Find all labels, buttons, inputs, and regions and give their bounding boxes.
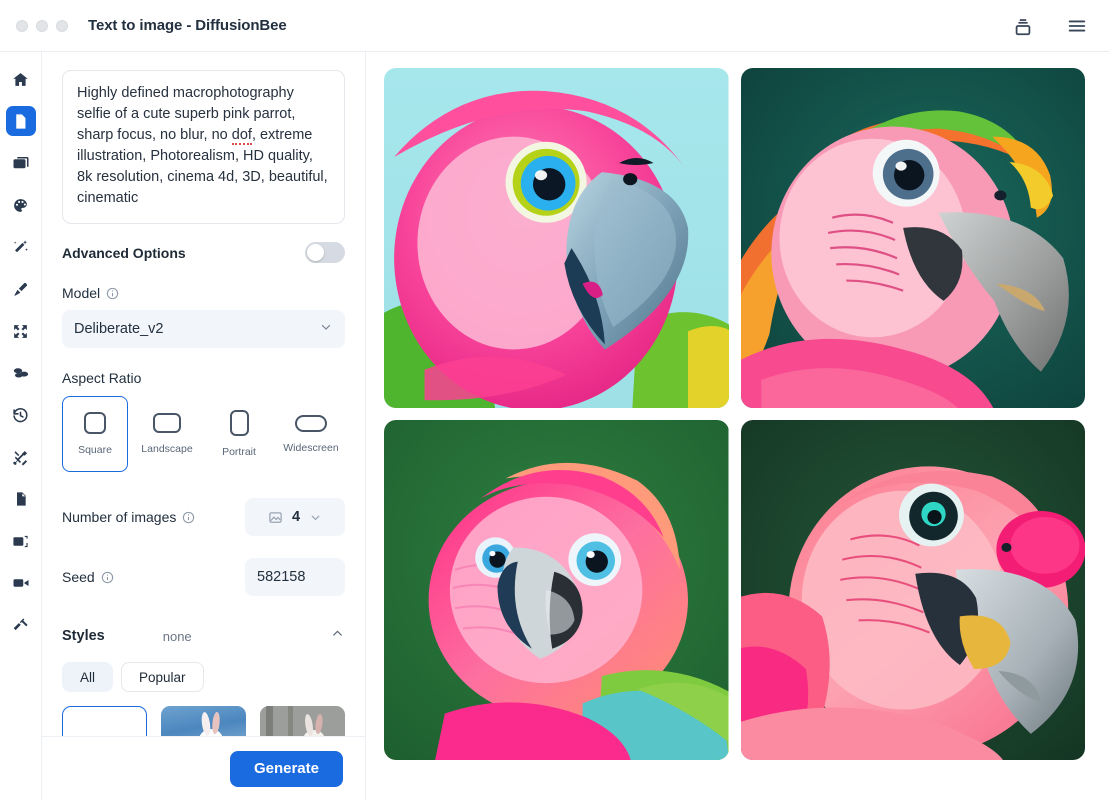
settings-panel: Highly defined macrophotography selfie o… — [42, 52, 366, 800]
advanced-options-row: Advanced Options — [62, 242, 345, 264]
info-icon[interactable] — [101, 571, 114, 584]
prompt-spellcheck-word: dof — [231, 127, 252, 146]
generated-image-1[interactable] — [384, 68, 729, 408]
aspect-ratio-portrait[interactable]: Portrait — [206, 396, 272, 472]
portrait-glyph-icon — [229, 410, 249, 437]
sidebar-rail — [0, 52, 42, 800]
sidebar-item-hammer[interactable] — [6, 610, 36, 640]
number-of-images-row: Number of images 4 — [62, 498, 345, 537]
generate-button[interactable]: Generate — [229, 750, 343, 787]
advanced-options-label: Advanced Options — [62, 244, 186, 261]
results-grid — [384, 68, 1085, 760]
info-icon[interactable] — [182, 511, 195, 524]
landscape-glyph-icon — [153, 413, 181, 434]
app-body: Highly defined macrophotography selfie o… — [0, 52, 1109, 800]
results-canvas — [366, 52, 1109, 800]
sidebar-item-merge-models[interactable] — [6, 358, 36, 388]
style-card-3[interactable] — [260, 706, 346, 736]
sidebar-item-video[interactable] — [6, 568, 36, 598]
aspect-ratio-widescreen[interactable]: Widescreen — [278, 396, 344, 472]
seed-row: Seed — [62, 558, 345, 597]
sidebar-item-expand[interactable] — [6, 316, 36, 346]
number-of-images-value: 4 — [291, 509, 301, 526]
layers-icon[interactable] — [1011, 14, 1035, 38]
app-window: Text to image - DiffusionBee Highly defi… — [0, 0, 1109, 800]
toggle-knob — [307, 244, 324, 262]
image-icon — [268, 510, 283, 525]
settings-scroll-area: Highly defined macrophotography selfie o… — [42, 52, 365, 736]
aspect-ratio-widescreen-label: Widescreen — [283, 441, 339, 454]
generated-image-4[interactable] — [740, 420, 1085, 760]
styles-tab-all[interactable]: All — [62, 662, 114, 693]
style-card-no-style[interactable]: No Style — [62, 706, 148, 736]
generated-image-2[interactable] — [740, 68, 1085, 408]
sidebar-item-images[interactable] — [6, 526, 36, 556]
maximize-button[interactable] — [56, 19, 68, 32]
styles-tab-popular[interactable]: Popular — [121, 662, 204, 693]
window-title: Text to image - DiffusionBee — [88, 17, 287, 34]
sidebar-item-home[interactable] — [6, 64, 36, 94]
sidebar-item-image-to-image[interactable] — [6, 148, 36, 178]
seed-label: Seed — [62, 569, 95, 586]
aspect-ratio-portrait-label: Portrait — [222, 446, 256, 459]
aspect-ratio-landscape[interactable]: Landscape — [134, 396, 200, 472]
traffic-lights — [16, 19, 68, 32]
model-label-row: Model — [62, 285, 345, 301]
aspect-ratio-square-label: Square — [78, 444, 112, 457]
model-select[interactable]: Deliberate_v2 — [62, 310, 345, 349]
info-icon[interactable] — [106, 287, 119, 300]
panel-footer: Generate — [42, 736, 365, 800]
close-button[interactable] — [16, 19, 28, 32]
number-of-images-label: Number of images — [62, 509, 177, 526]
aspect-ratio-label: Aspect Ratio — [62, 370, 142, 387]
style-card-2[interactable] — [161, 706, 247, 736]
minimize-button[interactable] — [36, 19, 48, 32]
chevron-down-icon — [319, 320, 333, 338]
styles-filter-tabs: All Popular — [62, 662, 345, 693]
seed-input[interactable] — [245, 558, 345, 597]
aspect-ratio-square[interactable]: Square — [62, 396, 128, 473]
square-glyph-icon — [84, 412, 106, 435]
sidebar-item-palette[interactable] — [6, 190, 36, 220]
chevron-down-icon — [309, 511, 322, 524]
number-of-images-label-row: Number of images — [62, 509, 195, 525]
sidebar-item-tools[interactable] — [6, 442, 36, 472]
aspect-ratio-landscape-label: Landscape — [141, 443, 193, 456]
styles-thumbnail-grid: No Style — [62, 706, 346, 736]
aspect-ratio-options: Square Landscape Portrait Widescreen — [62, 396, 345, 473]
sidebar-item-document[interactable] — [6, 484, 36, 514]
model-label: Model — [62, 285, 101, 302]
title-bar-actions — [1011, 14, 1089, 38]
chevron-up-icon — [330, 626, 345, 646]
model-select-value: Deliberate_v2 — [74, 321, 164, 338]
widescreen-glyph-icon — [295, 414, 327, 432]
title-bar: Text to image - DiffusionBee — [0, 0, 1109, 52]
sidebar-item-history[interactable] — [6, 400, 36, 430]
styles-header[interactable]: Styles none — [62, 626, 345, 646]
hamburger-menu-icon[interactable] — [1065, 14, 1089, 38]
advanced-options-toggle[interactable] — [305, 242, 345, 264]
seed-label-row: Seed — [62, 569, 114, 585]
generated-image-3[interactable] — [384, 420, 729, 760]
sidebar-item-brush[interactable] — [6, 274, 36, 304]
sidebar-item-text-to-image[interactable] — [5, 106, 36, 136]
prompt-input[interactable]: Highly defined macrophotography selfie o… — [62, 70, 345, 225]
styles-label: Styles — [62, 628, 105, 645]
styles-value: none — [162, 628, 192, 644]
sidebar-item-magic-wand[interactable] — [6, 232, 36, 262]
number-of-images-stepper[interactable]: 4 — [245, 498, 345, 537]
